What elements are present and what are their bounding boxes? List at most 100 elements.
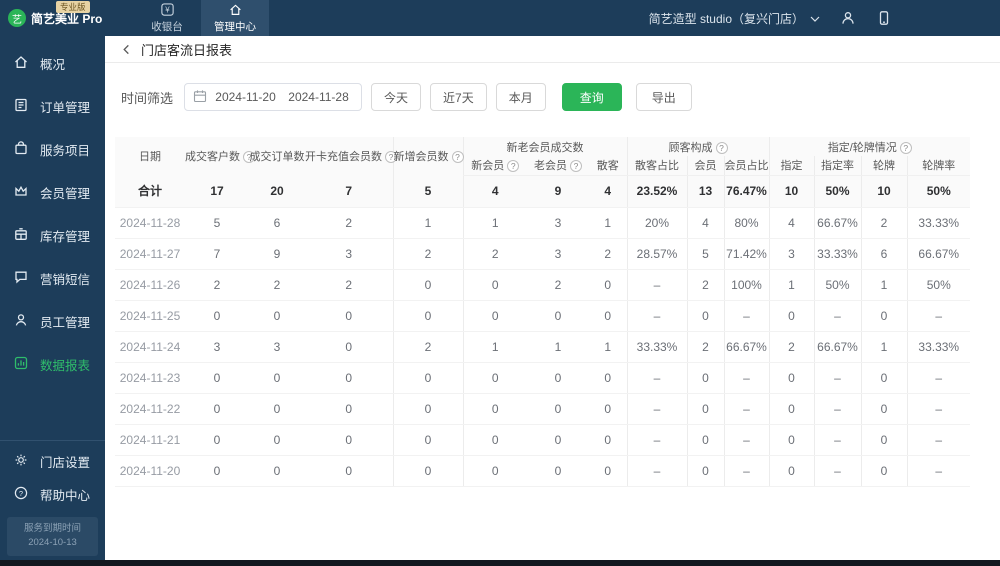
table-cell: 3 [527,238,589,270]
store-selector[interactable]: 简艺造型 studio（复兴门店） [649,10,820,27]
date-start-field[interactable]: 2024-11-20 [211,90,280,104]
column-header: 成交订单数 [249,137,305,175]
date-cell: 2024-11-21 [115,424,185,456]
table-cell: 1 [860,269,907,301]
table-row: 2024-11-24 3 3 0 2 1 1 1 33.33% 2 66.67% 2 66.67% 1 33… [115,331,970,363]
column-header: 新会员? [462,156,527,176]
user-icon[interactable] [840,10,856,26]
date-cell: 2024-11-24 [115,331,185,363]
table-cell: 10 [768,175,814,208]
sidebar-item-staff-management[interactable]: 员工管理 [0,300,105,343]
date-cell: 合计 [115,175,185,208]
table-cell: 0 [185,362,249,394]
table-cell: 0 [462,424,527,456]
sidebar-item-help-center[interactable]: ? 帮助中心 [0,478,105,511]
tab-management-center[interactable]: 管理中心 [201,0,269,36]
order-icon [13,97,29,116]
column-header: 散客占比 [626,156,687,176]
sidebar-item-label: 数据报表 [40,359,91,373]
table-cell: 0 [589,269,627,301]
brand-logo-icon: 艺 [8,9,26,27]
table-cell: 0 [686,424,724,456]
back-button[interactable] [121,44,132,55]
store-name: 简艺造型 studio（复兴门店） [648,11,804,26]
table-cell: 0 [527,393,589,425]
page-header: 门店客流日报表 [105,36,1000,63]
table-cell: 0 [305,300,393,332]
sidebar-item-order-management[interactable]: 订单管理 [0,85,105,128]
sidebar-item-label: 员工管理 [40,316,91,330]
table-cell: 1 [589,207,627,239]
table-cell: 0 [527,300,589,332]
column-header: 新增会员数? [392,137,464,175]
table-cell: 1 [527,331,589,363]
table-cell: 5 [185,207,249,239]
table-cell: 2 [305,269,393,301]
table-cell: 2 [392,331,463,363]
sidebar-item-marketing-sms[interactable]: 营销短信 [0,257,105,300]
sidebar-item-label: 会员管理 [40,187,91,201]
quick-filter-last7days[interactable]: 近7天 [430,83,487,111]
table-cell: 0 [462,300,527,332]
quick-filter-this-month[interactable]: 本月 [495,83,546,111]
sidebar-item-member-management[interactable]: 会员管理 [0,171,105,214]
table-cell: – [813,424,861,456]
sidebar-item-label: 订单管理 [40,101,91,115]
table-cell: 0 [185,455,249,487]
table-cell: 76.47% [723,175,769,208]
table-cell: 9 [249,238,305,270]
gear-icon [13,452,29,471]
quick-filter-today[interactable]: 今天 [371,83,422,111]
sidebar-item-service-items[interactable]: 服务项目 [0,128,105,171]
table-cell: – [906,455,970,487]
table-cell: 10 [860,175,907,208]
table-cell: 3 [527,207,589,239]
table-cell: 1 [462,331,527,363]
column-header: 新老会员成交数 [462,137,627,156]
table-cell: 0 [392,300,463,332]
table-cell: – [723,424,769,456]
plan-badge: 专业版 [56,1,90,14]
table-cell: – [906,362,970,394]
chevron-down-icon [810,11,820,25]
table-cell: 0 [249,424,305,456]
sidebar-item-overview[interactable]: 概况 [0,42,105,85]
svg-text:¥: ¥ [165,6,170,15]
query-button[interactable]: 查询 [561,83,622,111]
date-cell: 2024-11-28 [115,207,185,239]
sidebar-item-inventory-management[interactable]: 库存管理 [0,214,105,257]
table-cell: 50% [813,269,861,301]
sidebar: 艺 简艺美业 Pro 专业版 概况 订单管理 服务项目 会员管理 库存管理 营销… [0,0,105,566]
date-end-field[interactable]: 2024-11-28 [284,90,353,104]
table-cell: 4 [768,207,814,239]
column-header: 开卡充值会员数? [305,137,397,175]
date-range-input[interactable]: 2024-11-20 2024-11-28 [184,83,363,111]
table-cell: 66.67% [813,331,861,363]
table-cell: 1 [589,331,627,363]
export-button[interactable]: 导出 [635,83,692,111]
tab-cashier[interactable]: ¥ 收银台 [133,0,201,36]
table-cell: 6 [249,207,305,239]
sidebar-item-label: 门店设置 [40,455,91,470]
sidebar-item-data-reports[interactable]: 数据报表 [0,343,105,386]
table-cell: 0 [185,424,249,456]
table-cell: 0 [392,424,463,456]
table-cell: 2 [589,238,627,270]
service-expiry-label: 服务到期时间 [23,522,81,534]
table-cell: – [813,300,861,332]
table-cell: 0 [527,424,589,456]
help-icon: ? [570,160,582,173]
table-cell: 0 [527,362,589,394]
table-cell: 0 [527,455,589,487]
table-cell: 33.33% [626,331,687,363]
table-cell: 20% [626,207,687,239]
service-expiry: 服务到期时间 2024-10-13 [7,516,98,556]
phone-icon[interactable] [876,10,892,26]
sidebar-item-store-settings[interactable]: 门店设置 [0,445,105,478]
table-row: 2024-11-23 0 0 0 0 0 0 0–0–0–0– [115,362,970,394]
table-cell: 0 [860,424,907,456]
table-total-row: 合计 17 20 7 5 4 9 4 23.52% 13 76.47% 10 50% 10 50% [115,175,970,208]
column-header: 指定 [768,156,814,176]
table-cell: 50% [813,175,861,208]
table-cell: 23.52% [626,175,687,208]
